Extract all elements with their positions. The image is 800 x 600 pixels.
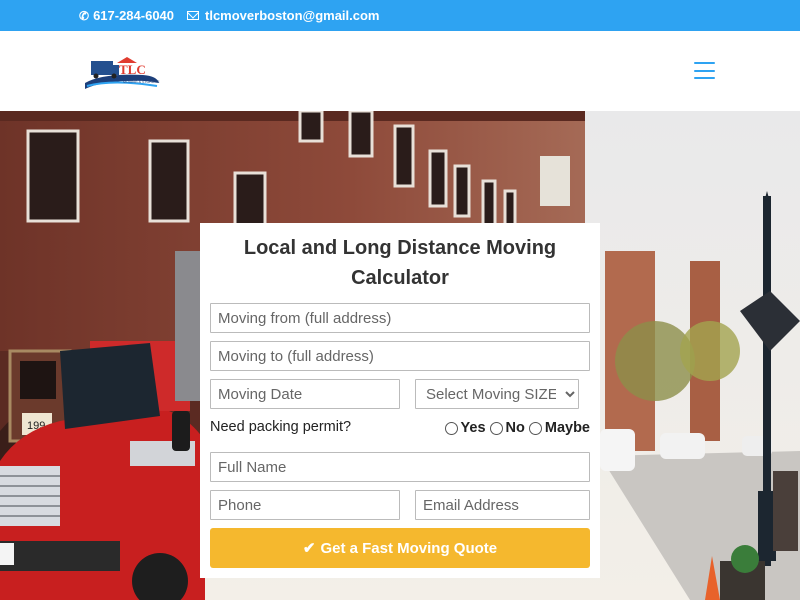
full-name-input[interactable]	[210, 452, 590, 482]
permit-yes-label: Yes	[460, 420, 486, 436]
check-icon: ✔	[302, 540, 316, 557]
permit-yes-radio[interactable]	[444, 421, 458, 435]
permit-maybe-label: Maybe	[544, 420, 590, 436]
moving-size-select[interactable]: Select Moving SIZE	[415, 379, 579, 409]
packing-permit-options: Yes No Maybe	[441, 420, 590, 436]
logo-text: TLC	[119, 62, 146, 77]
moving-to-input[interactable]	[210, 341, 590, 371]
moving-calculator-form: Local and Long Distance Moving Calculato…	[200, 223, 600, 578]
phone-number[interactable]: 617-284-6040	[93, 8, 174, 23]
moving-date-input[interactable]	[210, 379, 400, 409]
permit-maybe-radio[interactable]	[528, 421, 542, 435]
top-contact-bar: ✆ 617-284-6040 tlcmoverboston@gmail.com	[0, 0, 800, 31]
envelope-icon	[187, 11, 199, 20]
get-quote-label: Get a Fast Moving Quote	[320, 539, 498, 557]
email-address[interactable]: tlcmoverboston@gmail.com	[205, 8, 379, 23]
phone-link[interactable]: ✆ 617-284-6040	[79, 8, 174, 23]
email-input[interactable]	[415, 490, 590, 520]
logo-tagline: MOVING & STORAGE	[123, 80, 160, 84]
phone-input[interactable]	[210, 490, 400, 520]
permit-no-label: No	[505, 420, 525, 436]
get-quote-button[interactable]: ✔ Get a Fast Moving Quote	[210, 528, 590, 568]
packing-permit-label: Need packing permit?	[210, 419, 352, 435]
form-title: Local and Long Distance Moving Calculato…	[243, 237, 557, 289]
permit-no-radio[interactable]	[489, 421, 503, 435]
site-logo[interactable]: TLC MOVING & STORAGE	[83, 53, 161, 93]
email-link[interactable]: tlcmoverboston@gmail.com	[187, 8, 379, 23]
hamburger-menu-icon[interactable]	[694, 62, 715, 79]
moving-from-input[interactable]	[210, 303, 590, 333]
site-header: TLC MOVING & STORAGE	[0, 31, 800, 111]
phone-icon: ✆	[79, 8, 90, 23]
